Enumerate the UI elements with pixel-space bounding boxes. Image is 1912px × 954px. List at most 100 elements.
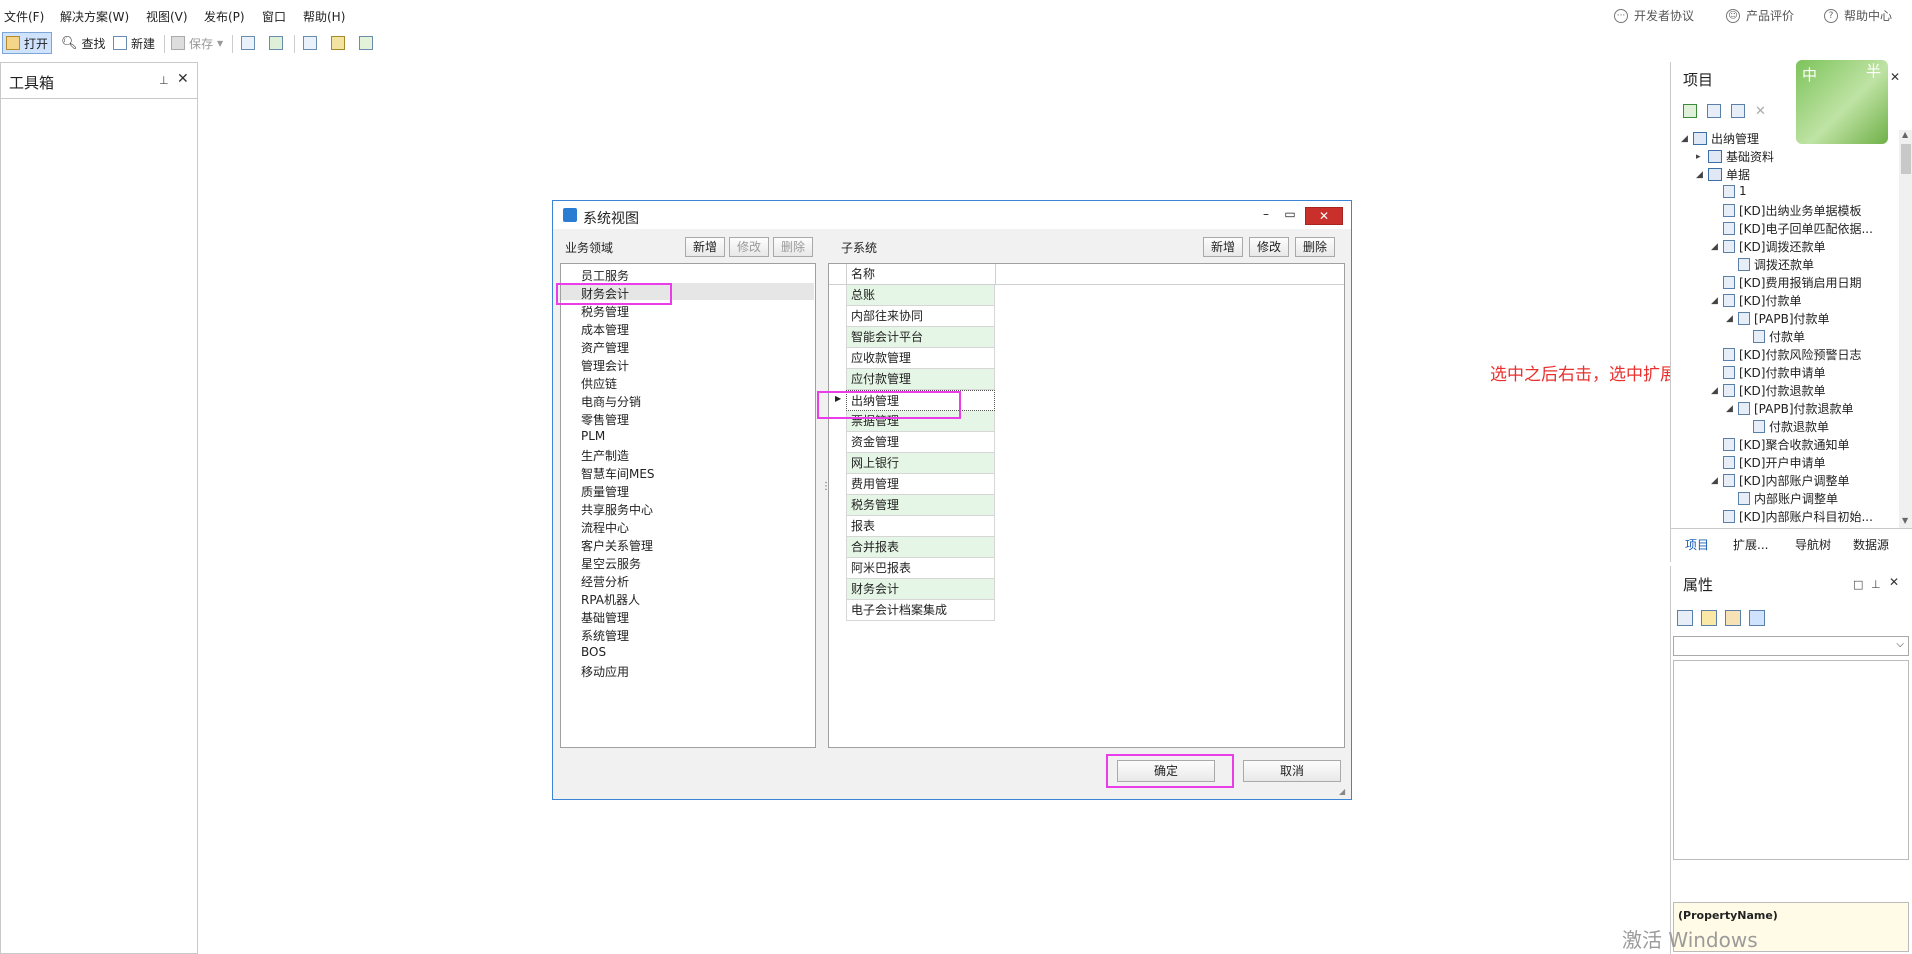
tab-navigation-tree[interactable]: 导航树 — [1795, 536, 1831, 553]
tree-expander-icon[interactable]: ◢ — [1711, 386, 1719, 396]
subsystem-row[interactable]: 资金管理 — [846, 432, 995, 453]
splitter-handle[interactable]: ⋮ — [821, 481, 831, 492]
menu-help[interactable]: 帮助(H) — [303, 8, 345, 25]
tree-node[interactable]: [KD]出纳业务单据模板 — [1711, 202, 1861, 219]
maximize-icon[interactable]: □ — [1853, 578, 1863, 591]
subsystem-row[interactable]: 财务会计 — [846, 579, 995, 600]
save-button[interactable]: 保存 ▼ — [168, 32, 226, 54]
tree-scrollbar[interactable]: ▲ ▼ — [1899, 130, 1912, 528]
tab-project[interactable]: 项目 — [1685, 536, 1709, 553]
subsystem-new-button[interactable]: 新增 — [1203, 237, 1243, 257]
domain-item[interactable]: 电商与分销 — [581, 393, 641, 410]
tree-node[interactable]: [KD]聚合收款通知单 — [1711, 436, 1849, 453]
close-icon[interactable]: ✕ — [177, 71, 189, 87]
find-button[interactable]: 🔍︎ 查找 — [58, 32, 109, 54]
subsystem-grid[interactable]: 名称 ▶ 总账 内部往来协同 智能会计平台 应收款管理 应付款管理 出纳管理 票据管理 资金管… — [828, 263, 1345, 748]
domain-item[interactable]: 系统管理 — [581, 627, 629, 644]
publish-icon[interactable] — [238, 32, 258, 54]
tree-node[interactable]: [KD]付款风险预警日志 — [1711, 346, 1861, 363]
open-button[interactable]: 打开 — [2, 32, 53, 54]
domain-item[interactable]: 税务管理 — [581, 303, 629, 320]
tree-expander-icon[interactable]: ◢ — [1711, 242, 1719, 252]
tree-node[interactable]: [KD]付款申请单 — [1711, 364, 1825, 381]
tools-icon[interactable] — [328, 32, 348, 54]
subsystem-edit-button[interactable]: 修改 — [1249, 237, 1289, 257]
tree-node[interactable]: [KD]费用报销启用日期 — [1711, 274, 1861, 291]
tree-node[interactable]: ◢ 出纳管理 — [1681, 130, 1759, 147]
tree-node[interactable]: ◢ [KD]付款退款单 — [1711, 382, 1825, 399]
domain-item[interactable]: 智慧车间MES — [581, 465, 655, 482]
tree-node[interactable]: [KD]电子回单匹配依据... — [1711, 220, 1873, 237]
business-domain-list[interactable]: 员工服务 财务会计 税务管理 成本管理 资产管理 管理会计 供应链 电商与分销 零售管理 PLM 生… — [560, 263, 816, 748]
tab-extension[interactable]: 扩展... — [1733, 536, 1768, 553]
menu-view[interactable]: 视图(V) — [146, 8, 188, 25]
tree-expander-icon[interactable]: ▸ — [1696, 152, 1704, 162]
subsystem-row[interactable]: 报表 — [846, 516, 995, 537]
domain-item[interactable]: 基础管理 — [581, 609, 629, 626]
domain-item[interactable]: PLM — [581, 429, 605, 443]
domain-item[interactable]: 客户关系管理 — [581, 537, 653, 554]
subsystem-row[interactable]: 合并报表 — [846, 537, 995, 558]
domain-item[interactable]: 供应链 — [581, 375, 617, 392]
subsystem-delete-button[interactable]: 删除 — [1295, 237, 1335, 257]
domain-item[interactable]: BOS — [581, 645, 606, 659]
tree-node[interactable]: ◢ [KD]内部账户调整单 — [1711, 472, 1849, 489]
help-center-link[interactable]: ? 帮助中心 — [1824, 7, 1892, 24]
domain-edit-button[interactable]: 修改 — [729, 237, 769, 257]
grid-header-name[interactable]: 名称 — [846, 264, 996, 285]
subsystem-row[interactable]: 应付款管理 — [846, 369, 995, 390]
domain-delete-button[interactable]: 删除 — [773, 237, 813, 257]
refresh-form-icon[interactable] — [266, 32, 286, 54]
close-icon[interactable]: ✕ — [1889, 575, 1899, 589]
tree-node[interactable]: 调拨还款单 — [1726, 256, 1814, 273]
subsystem-row[interactable]: 应收款管理 — [846, 348, 995, 369]
subsystem-row[interactable]: 网上银行 — [846, 453, 995, 474]
scroll-down-icon[interactable]: ▼ — [1902, 516, 1908, 525]
domain-item[interactable]: 员工服务 — [581, 267, 629, 284]
menu-window[interactable]: 窗口 — [262, 8, 286, 25]
tree-node[interactable]: 内部账户调整单 — [1726, 490, 1838, 507]
tree-node[interactable]: ◢ [KD]付款单 — [1711, 292, 1801, 309]
object-selector[interactable]: ⌵ — [1673, 636, 1909, 656]
domain-item[interactable]: 零售管理 — [581, 411, 629, 428]
new-button[interactable]: 新建 — [110, 32, 158, 54]
domain-item[interactable]: 星空云服务 — [581, 555, 641, 572]
subsystem-row[interactable]: 阿米巴报表 — [846, 558, 995, 579]
subsystem-row[interactable]: 智能会计平台 — [846, 327, 995, 348]
menu-file[interactable]: 文件(F) — [4, 8, 44, 25]
categorized-icon[interactable] — [1677, 610, 1693, 626]
domain-item[interactable]: 经营分析 — [581, 573, 629, 590]
domain-new-button[interactable]: 新增 — [685, 237, 725, 257]
project-close-icon[interactable]: ✕ — [1890, 70, 1900, 84]
domain-item[interactable]: 生产制造 — [581, 447, 629, 464]
refresh-icon[interactable] — [1683, 104, 1697, 118]
preview-icon[interactable] — [300, 32, 320, 54]
export-icon[interactable] — [356, 32, 376, 54]
subsystem-row[interactable]: 费用管理 — [846, 474, 995, 495]
copy-icon[interactable] — [1731, 104, 1745, 118]
resize-grip-icon[interactable]: ◢ — [1339, 787, 1345, 796]
tree-node[interactable]: ◢ [KD]调拨还款单 — [1711, 238, 1825, 255]
tree-node[interactable]: ▸ 基础资料 — [1696, 148, 1774, 165]
tree-expander-icon[interactable]: ◢ — [1726, 314, 1734, 324]
subsystem-row[interactable]: 税务管理 — [846, 495, 995, 516]
close-button[interactable]: ✕ — [1305, 207, 1343, 225]
domain-item[interactable]: RPA机器人 — [581, 591, 640, 608]
cancel-button[interactable]: 取消 — [1243, 760, 1341, 782]
subsystem-row[interactable]: 电子会计档案集成 — [846, 600, 995, 621]
tree-expander-icon[interactable]: ◢ — [1726, 404, 1734, 414]
domain-item[interactable]: 质量管理 — [581, 483, 629, 500]
subsystem-row[interactable]: 总账 — [846, 285, 995, 306]
property-grid[interactable] — [1673, 660, 1909, 860]
tree-expander-icon[interactable]: ◢ — [1681, 134, 1689, 144]
maximize-icon[interactable]: ▭ — [1279, 205, 1301, 223]
developer-agreement-link[interactable]: ··· 开发者协议 — [1614, 7, 1694, 24]
tree-node[interactable]: ◢ 单据 — [1696, 166, 1750, 183]
alphabetical-icon[interactable] — [1701, 610, 1717, 626]
tree-expander-icon[interactable]: ◢ — [1711, 296, 1719, 306]
delete-icon[interactable]: ✕ — [1755, 104, 1766, 119]
tree-node[interactable]: 付款单 — [1741, 328, 1805, 345]
domain-item[interactable]: 移动应用 — [581, 663, 629, 680]
domain-item[interactable]: 资产管理 — [581, 339, 629, 356]
tree-node[interactable]: [KD]内部账户科目初始... — [1711, 508, 1873, 525]
